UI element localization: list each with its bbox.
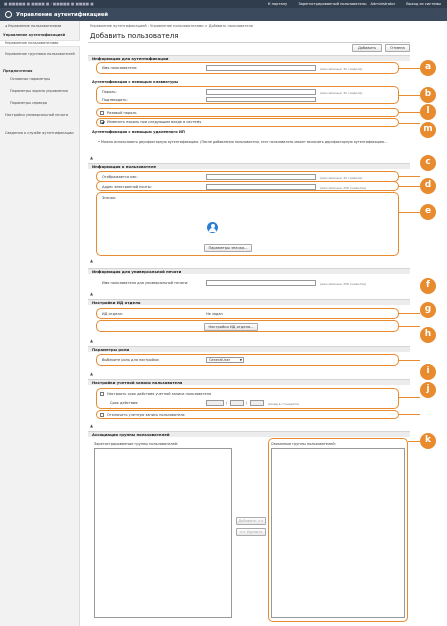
leader-line [399, 68, 420, 70]
leader-line [408, 441, 420, 443]
section-groups: Ассоциация группы пользователей [88, 431, 410, 437]
page-title: Добавить пользователя [90, 32, 179, 40]
callout-e: e [420, 204, 436, 220]
breadcrumb: Управление аутентификацией : Управление … [90, 24, 253, 28]
cancel-button[interactable]: Отмена [385, 44, 410, 52]
universal-username-hint: (максимально 256 символов) [320, 282, 367, 286]
app-title: Управление аутентификацией [16, 11, 109, 18]
leader-line [399, 360, 420, 362]
sidebar-item-server[interactable]: Параметры сервера [10, 101, 78, 106]
registered-user-label: Зарегистрированный пользователь: [298, 2, 368, 6]
collapse-chevron-icon[interactable]: ▲ [90, 339, 95, 343]
remove-group-button[interactable]: << Удалить [236, 528, 266, 536]
leader-line [399, 123, 420, 125]
section-role: Параметры роли [88, 346, 410, 352]
sidebar-head-prefs: Предпочтения [3, 69, 33, 73]
callout-k: k [420, 433, 436, 449]
leader-line [399, 326, 420, 328]
leader-line [399, 95, 420, 97]
section-auth-info: Информация для аутентификации [88, 55, 410, 61]
leader-line [399, 186, 420, 188]
add-button[interactable]: Добавить [352, 44, 382, 52]
keyboard-auth-head: Аутентификация с помощью клавиатуры [92, 80, 179, 84]
registered-groups-list[interactable] [94, 448, 232, 618]
sidebar-head-auth: Управление аутентификацией [3, 33, 66, 37]
highlight-assigned-groups [268, 438, 408, 622]
two-factor-note: • Можно использовать двухфакторную аутен… [98, 140, 388, 144]
callout-h: h [420, 327, 436, 343]
callout-g: g [420, 302, 436, 318]
leader-line [399, 212, 420, 214]
top-bar-right: К порталу Зарегистрированный пользовател… [258, 2, 441, 6]
sidebar: ◂ Управление пользователями Управление а… [0, 21, 80, 626]
leader-line [399, 176, 420, 178]
collapse-chevron-icon[interactable]: ▲ [90, 372, 95, 376]
callout-a: a [420, 60, 436, 76]
callout-f: f [420, 278, 436, 294]
sidebar-back-link[interactable]: ◂ Управление пользователями [5, 24, 77, 29]
collapse-chevron-icon[interactable]: ▲ [90, 292, 95, 296]
highlight-expiry [96, 388, 399, 409]
sidebar-item-basic[interactable]: Основные параметры [10, 77, 78, 82]
highlight-dept-id [96, 308, 399, 319]
highlight-onetime [96, 108, 399, 117]
universal-username-input[interactable] [206, 280, 316, 286]
logout-link[interactable]: Выход из системы [406, 2, 441, 6]
callout-c: c [420, 155, 436, 171]
highlight-dept-button [96, 320, 399, 332]
leader-line [399, 397, 420, 399]
callout-i: i [420, 364, 436, 380]
callout-b: b [420, 87, 436, 103]
highlight-disable [96, 410, 399, 419]
sidebar-item-login-screen[interactable]: Параметры экрана управления [10, 89, 78, 94]
highlight-password [96, 86, 399, 104]
collapse-chevron-icon[interactable]: ▲ [90, 156, 95, 160]
device-info: ■ ■■■■■ ■ ■■■■ ■ / ■■■■■ ■ ■■■■ ■ [4, 2, 94, 6]
callout-m: m [420, 122, 436, 138]
callout-j: j [420, 382, 436, 398]
sidebar-item-universal[interactable]: Настройки универсальной печати [5, 113, 77, 118]
highlight-email [96, 181, 399, 191]
leader-line [399, 414, 420, 416]
collapse-chevron-icon[interactable]: ▲ [90, 424, 95, 428]
callout-l: l [420, 104, 436, 120]
highlight-username [96, 62, 399, 74]
leader-line [399, 313, 420, 315]
app-bar: Управление аутентификацией [0, 8, 447, 21]
username-value: Administrator [370, 2, 396, 6]
section-user-info: Информация о пользователе [88, 163, 410, 169]
add-group-button[interactable]: Добавить >> [236, 517, 266, 525]
sidebar-item-service-info[interactable]: Сведения о службе аутентификации [5, 131, 77, 136]
highlight-icon [96, 192, 399, 256]
collapse-chevron-icon[interactable]: ▲ [90, 259, 95, 263]
gear-icon [5, 11, 12, 18]
highlight-change-password [96, 118, 399, 127]
highlight-role [96, 354, 399, 366]
divider [88, 42, 410, 43]
top-bar: ■ ■■■■■ ■ ■■■■ ■ / ■■■■■ ■ ■■■■ ■ К порт… [0, 0, 447, 8]
callout-d: d [420, 178, 436, 194]
section-dept-id: Настройки ИД отдела [88, 299, 410, 305]
section-universal-print: Информация для универсальной печати [88, 268, 410, 274]
leader-line [399, 112, 420, 114]
sidebar-item-users[interactable]: Управление пользователями [0, 40, 80, 47]
mobile-auth-head: Аутентификация с помощью удаленного ИП [92, 130, 185, 134]
registered-groups-label: Зарегистрированные группы пользователей: [94, 442, 179, 446]
sidebar-item-groups[interactable]: Управление группами пользователей [5, 52, 77, 57]
section-account: Настройки учетной записи пользователя [88, 379, 410, 385]
portal-link[interactable]: К порталу [268, 2, 287, 6]
universal-username-label: Имя пользователя для универсальной печат… [102, 281, 189, 285]
